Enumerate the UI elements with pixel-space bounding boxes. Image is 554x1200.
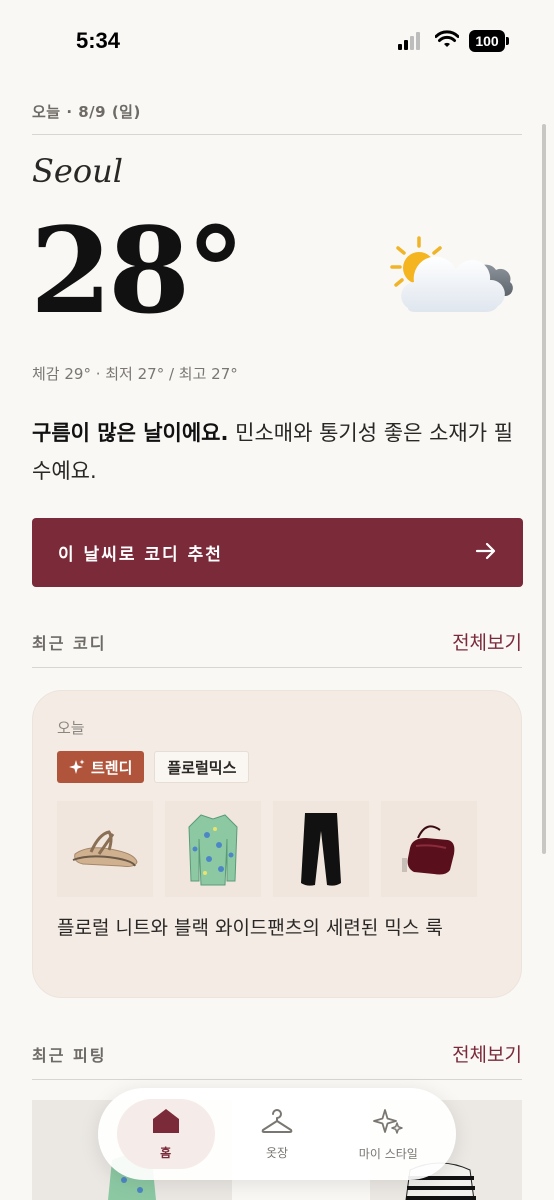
weather-summary: 구름이 많은 날이에요. 민소매와 통기성 좋은 소재가 필수예요. (32, 414, 528, 490)
bottom-tab-bar: 홈 옷장 마이 스타일 (98, 1088, 456, 1180)
partly-cloudy-icon (386, 232, 516, 322)
summary-highlight: 구름이 많은 날이에요. (32, 421, 229, 445)
date-label: 오늘 · 8/9 (일) (32, 103, 141, 121)
tag-trendy: 트렌디 (57, 751, 145, 783)
coordi-description: 플로럴 니트와 블랙 와이드팬츠의 세련된 믹스 룩 (57, 917, 443, 939)
coordi-items (57, 801, 477, 897)
coordi-card[interactable]: 오늘 트렌디 플로럴믹스 플로럴 니트와 블랙 와이드팬츠의 세련된 믹스 룩 (32, 690, 522, 998)
coordi-tags: 트렌디 플로럴믹스 (57, 751, 250, 783)
tab-label: 마이 스타일 (358, 1146, 418, 1161)
shoulder-bag-icon[interactable] (381, 801, 477, 897)
tab-home[interactable]: 홈 (116, 1099, 215, 1169)
cellular-signal-icon (398, 32, 424, 50)
recommend-outfit-button[interactable]: 이 날씨로 코디 추천 (32, 518, 523, 587)
city-name: Seoul (32, 152, 123, 190)
sandal-icon[interactable] (57, 801, 153, 897)
battery-icon: 100 (469, 30, 509, 52)
tag-label: 플로럴믹스 (167, 758, 237, 777)
wifi-icon (434, 30, 460, 50)
divider (32, 667, 522, 668)
tab-label: 옷장 (265, 1145, 289, 1160)
temperature: 28° (30, 201, 245, 340)
wide-pants-icon[interactable] (273, 801, 369, 897)
scrollbar[interactable] (542, 124, 546, 854)
tab-label: 홈 (160, 1145, 172, 1160)
tab-my-style[interactable]: 마이 스타일 (339, 1099, 437, 1169)
recent-fitting-header: 최근 피팅 전체보기 (32, 1040, 522, 1067)
home-icon (152, 1108, 180, 1138)
arrow-right-icon (475, 542, 497, 564)
tab-closet[interactable]: 옷장 (228, 1099, 326, 1169)
section-title: 최근 피팅 (32, 1045, 107, 1065)
recent-coordi-header: 최근 코디 전체보기 (32, 628, 522, 655)
view-all-coordi-link[interactable]: 전체보기 (452, 628, 522, 655)
sparkle-icon (373, 1107, 404, 1139)
feels-like-line: 체감 29° · 최저 27° / 최고 27° (32, 365, 238, 383)
status-time: 5:34 (76, 28, 121, 53)
recommend-outfit-label: 이 날씨로 코디 추천 (58, 545, 223, 565)
sparkle-icon (69, 759, 85, 775)
status-bar: 5:34 100 (0, 0, 554, 80)
battery-level: 100 (469, 30, 505, 52)
view-all-fitting-link[interactable]: 전체보기 (452, 1040, 522, 1067)
tag-floral-mix: 플로럴믹스 (154, 751, 250, 783)
coordi-date: 오늘 (57, 719, 85, 737)
tag-label: 트렌디 (91, 758, 133, 777)
section-title: 최근 코디 (32, 633, 107, 653)
hanger-icon (261, 1108, 293, 1138)
divider (32, 134, 522, 135)
floral-knit-icon[interactable] (165, 801, 261, 897)
divider (32, 1079, 522, 1080)
